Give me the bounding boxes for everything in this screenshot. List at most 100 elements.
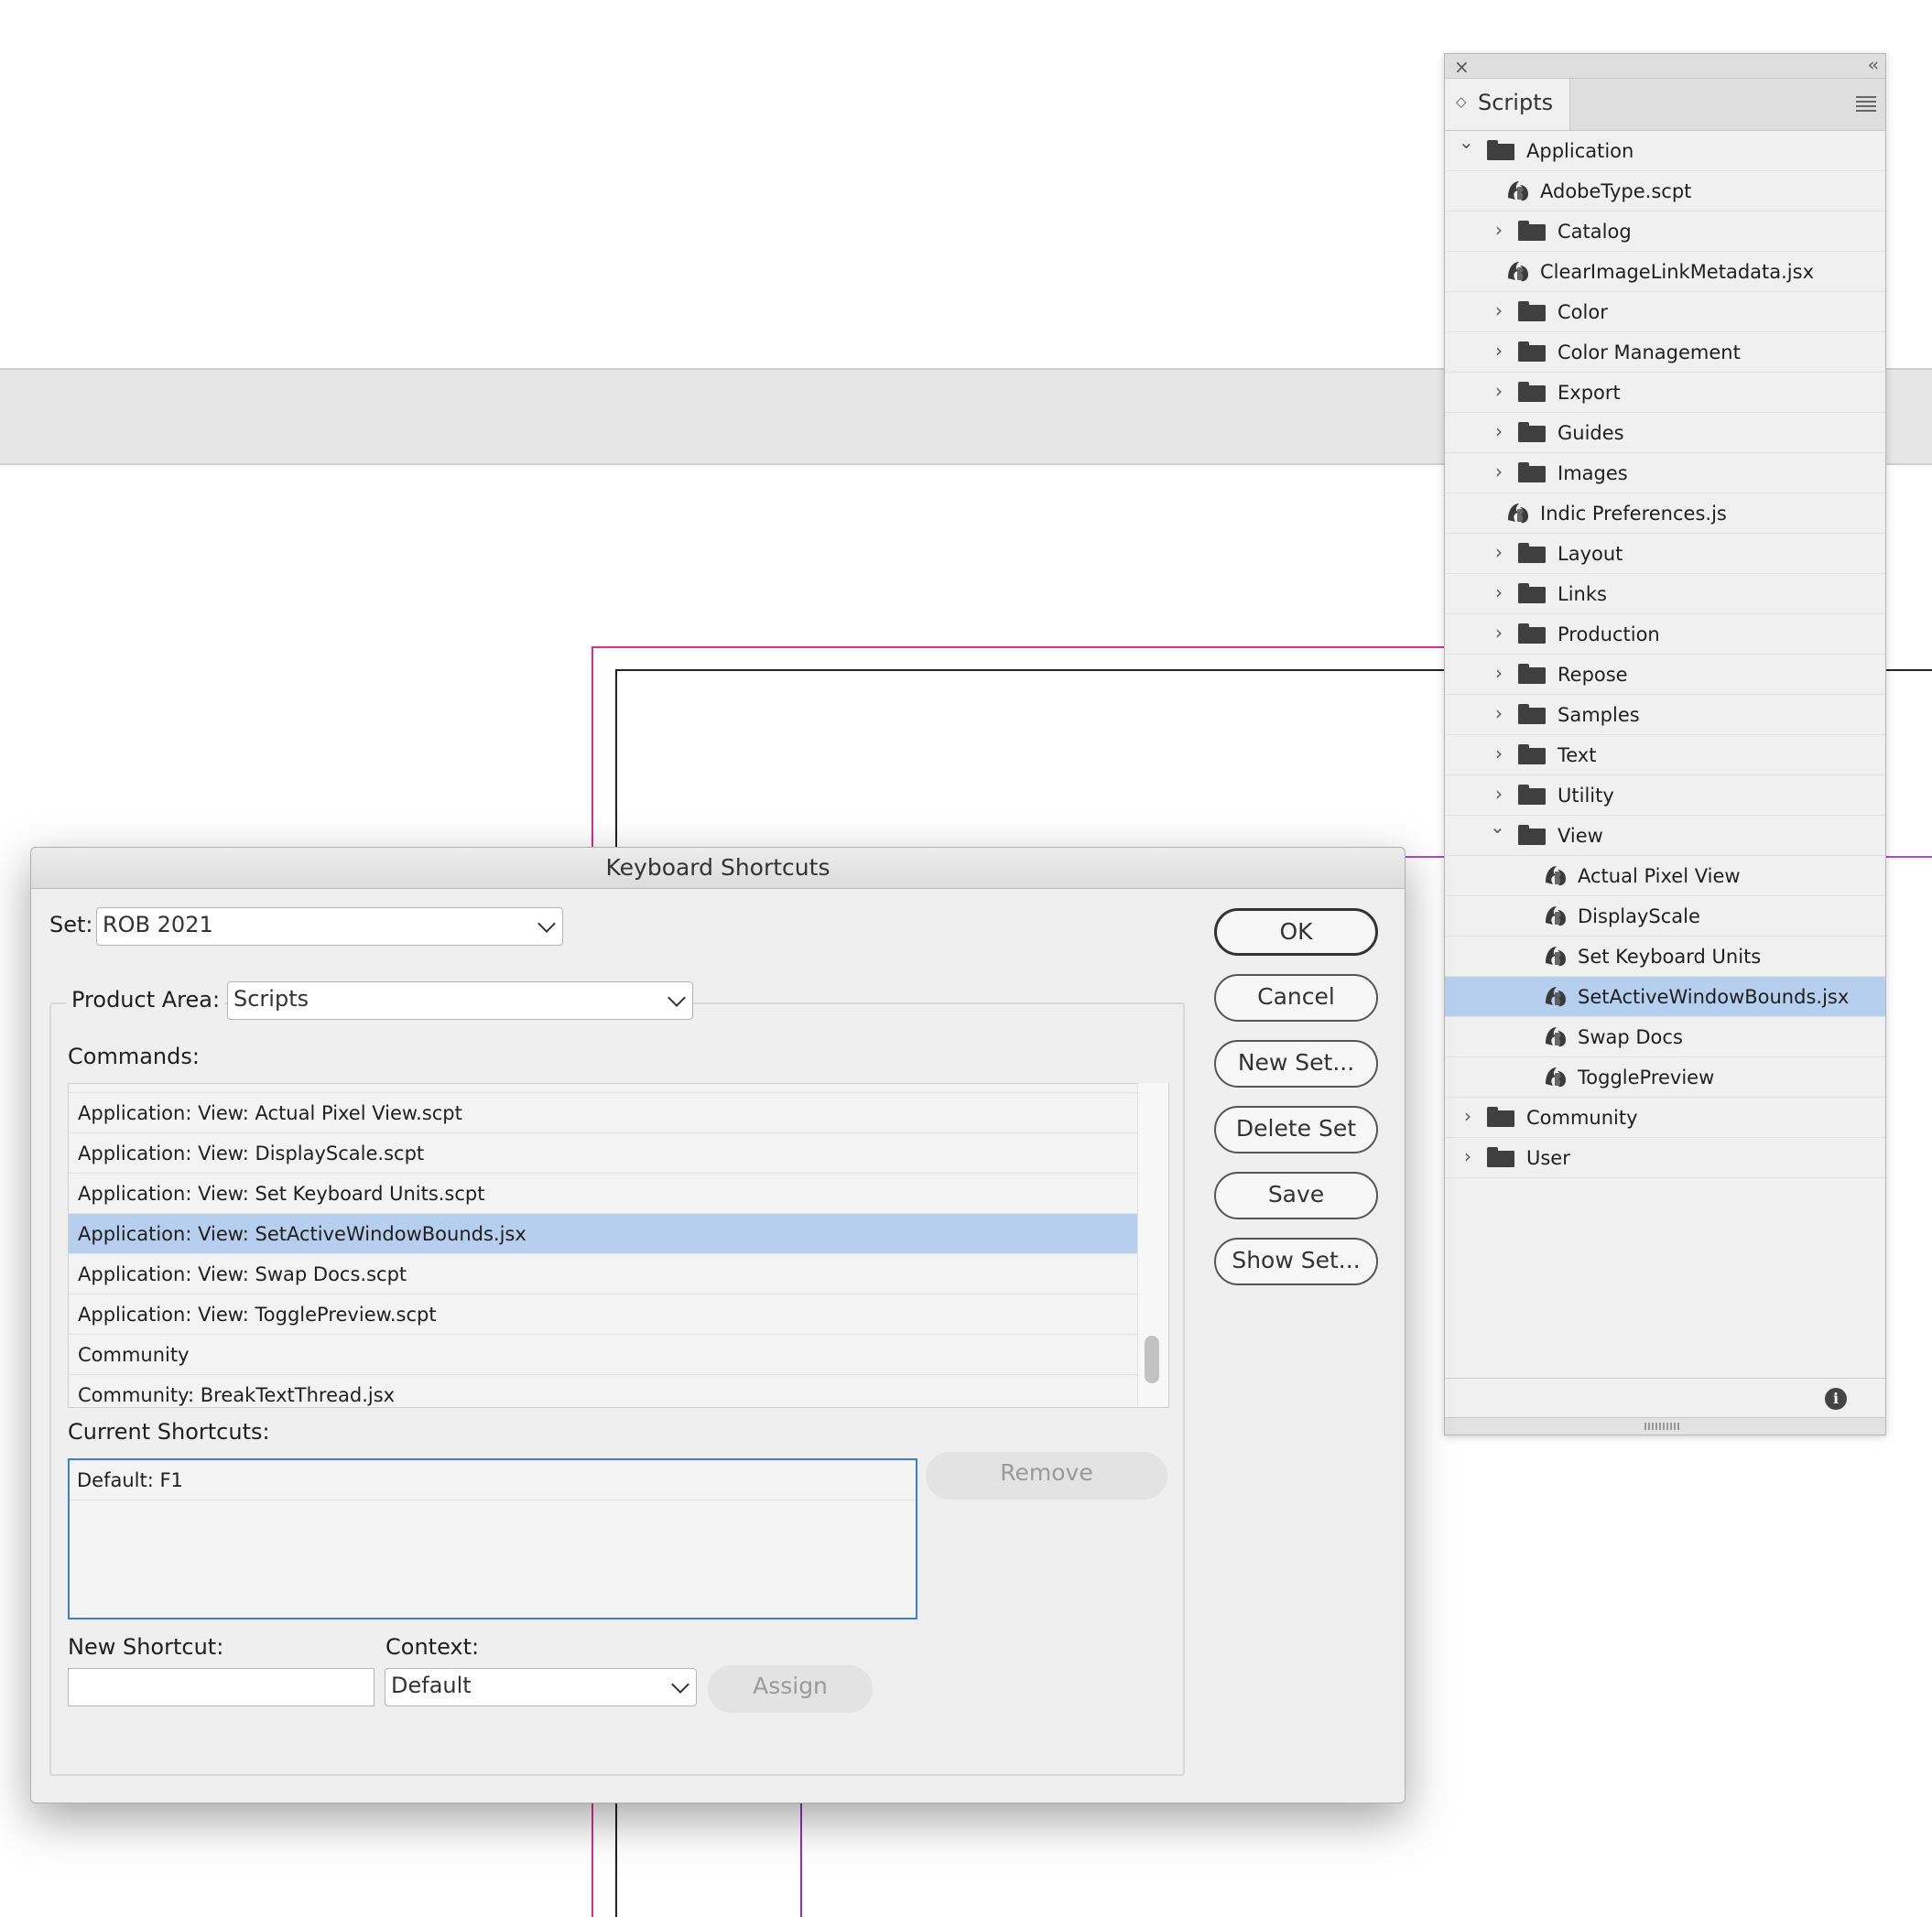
tree-item[interactable]: › Layout (1445, 534, 1885, 574)
tree-item[interactable]: ClearImageLinkMetadata.jsx (1445, 252, 1885, 292)
tree-item[interactable]: DisplayScale (1445, 896, 1885, 937)
tree-item[interactable]: › Repose (1445, 655, 1885, 695)
close-icon[interactable]: × (1454, 56, 1470, 78)
tree-item-label: Export (1558, 382, 1621, 404)
assign-button[interactable]: Assign (708, 1665, 873, 1713)
current-shortcuts-list[interactable]: Default: F1 (68, 1458, 917, 1619)
panel-resize-grip[interactable] (1445, 1417, 1885, 1435)
panel-menu-icon[interactable] (1856, 93, 1876, 114)
command-row[interactable]: Application: View: SetActiveWindowBounds… (69, 1214, 1168, 1254)
tree-item[interactable]: › User (1445, 1138, 1885, 1178)
tree-item[interactable]: › Utility (1445, 775, 1885, 816)
tree-item[interactable]: › Community (1445, 1098, 1885, 1138)
tree-item[interactable]: AdobeType.scpt (1445, 171, 1885, 211)
save-button[interactable]: Save (1214, 1172, 1378, 1219)
tree-item[interactable]: › Images (1445, 453, 1885, 493)
chevron-right-icon[interactable]: › (1495, 460, 1503, 482)
new-shortcut-input[interactable] (68, 1668, 374, 1706)
info-icon[interactable]: i (1825, 1388, 1847, 1410)
command-row[interactable]: Application: View: Actual Pixel View.scp… (69, 1093, 1168, 1133)
tree-item[interactable]: › Links (1445, 574, 1885, 614)
page-edge-top (615, 669, 1444, 671)
tree-item-label: Guides (1558, 422, 1624, 444)
chevron-down-icon[interactable]: ⌄ (1459, 131, 1474, 153)
tree-item[interactable]: › Color (1445, 292, 1885, 332)
set-select-value: ROB 2021 (103, 912, 213, 937)
folder-icon (1518, 341, 1546, 362)
tree-item-label: Color (1558, 301, 1608, 323)
tree-item[interactable]: › Text (1445, 735, 1885, 775)
tree-item[interactable]: Set Keyboard Units (1445, 937, 1885, 977)
script-icon (1504, 500, 1532, 525)
script-icon (1542, 1023, 1569, 1049)
tab-scripts[interactable]: ◇ Scripts (1445, 79, 1570, 130)
chevron-right-icon[interactable]: › (1495, 219, 1503, 241)
chevron-right-icon[interactable]: › (1495, 662, 1503, 684)
ok-button[interactable]: OK (1214, 908, 1378, 956)
chevron-right-icon[interactable]: › (1495, 622, 1503, 644)
chevron-right-icon[interactable]: › (1495, 340, 1503, 362)
tree-item-label: Swap Docs (1578, 1026, 1683, 1048)
context-select[interactable]: Default (385, 1668, 697, 1706)
product-area-select[interactable]: Scripts (227, 981, 693, 1020)
commands-list[interactable]: Application: View: Actual Pixel View.scp… (68, 1083, 1169, 1408)
tree-item-label: Application (1526, 140, 1634, 162)
command-row[interactable]: Community: BreakTextThread.jsx (69, 1375, 1168, 1407)
script-icon (1542, 943, 1569, 969)
folder-icon (1518, 704, 1546, 724)
keyboard-shortcuts-dialog: Keyboard Shortcuts Set: ROB 2021 Product… (30, 847, 1406, 1803)
command-row[interactable]: Application: View: Swap Docs.scpt (69, 1254, 1168, 1294)
chevron-right-icon[interactable]: › (1495, 541, 1503, 563)
tree-item[interactable]: › Export (1445, 373, 1885, 413)
command-row[interactable]: Application: View: TogglePreview.scpt (69, 1294, 1168, 1335)
show-set-button[interactable]: Show Set... (1214, 1238, 1378, 1285)
tree-item[interactable]: Actual Pixel View (1445, 856, 1885, 896)
set-label: Set: (49, 912, 93, 937)
script-icon (1542, 903, 1569, 928)
cancel-button[interactable]: Cancel (1214, 974, 1378, 1022)
chevron-right-icon[interactable]: › (1495, 420, 1503, 442)
chevron-down-icon (537, 915, 556, 933)
chevron-right-icon[interactable]: › (1464, 1105, 1471, 1127)
chevron-right-icon[interactable]: › (1495, 380, 1503, 402)
product-area-label: Product Area: (66, 987, 226, 1013)
chevron-down-icon[interactable]: ⌄ (1490, 816, 1505, 838)
tree-item-label: Color Management (1558, 341, 1741, 363)
chevron-right-icon[interactable]: › (1464, 1145, 1471, 1167)
collapse-icon[interactable]: ‹‹ (1868, 55, 1879, 75)
current-shortcuts-label: Current Shortcuts: (68, 1419, 270, 1445)
chevron-right-icon[interactable]: › (1495, 783, 1503, 805)
tree-item[interactable]: › Color Management (1445, 332, 1885, 373)
new-set-button[interactable]: New Set... (1214, 1040, 1378, 1088)
tree-item[interactable]: Swap Docs (1445, 1017, 1885, 1057)
tree-item[interactable]: › Guides (1445, 413, 1885, 453)
tree-item[interactable]: ⌄ View (1445, 816, 1885, 856)
command-row[interactable]: Community (69, 1335, 1168, 1375)
chevron-right-icon[interactable]: › (1495, 702, 1503, 724)
set-select[interactable]: ROB 2021 (96, 907, 563, 946)
tree-item[interactable]: › Samples (1445, 695, 1885, 735)
chevron-right-icon[interactable]: › (1495, 581, 1503, 603)
folder-icon (1487, 140, 1514, 160)
tree-item-label: Indic Preferences.js (1540, 503, 1727, 525)
tree-item[interactable]: ⌄ Application (1445, 131, 1885, 171)
tree-item-label: DisplayScale (1578, 905, 1700, 927)
shortcut-row[interactable]: Default: F1 (70, 1460, 916, 1500)
chevron-right-icon[interactable]: › (1495, 742, 1503, 764)
tree-item[interactable]: Indic Preferences.js (1445, 493, 1885, 534)
tree-item-label: Links (1558, 583, 1607, 605)
command-row[interactable]: Application: View: Set Keyboard Units.sc… (69, 1174, 1168, 1214)
chevron-down-icon (671, 1675, 689, 1694)
tree-item[interactable]: TogglePreview (1445, 1057, 1885, 1098)
script-icon (1504, 258, 1532, 284)
tree-item[interactable]: › Production (1445, 614, 1885, 655)
remove-button[interactable]: Remove (926, 1452, 1167, 1500)
command-row[interactable]: Application: View: DisplayScale.scpt (69, 1133, 1168, 1174)
tree-item-label: SetActiveWindowBounds.jsx (1578, 986, 1850, 1008)
commands-scrollbar-thumb[interactable] (1145, 1336, 1159, 1383)
tree-item[interactable]: › Catalog (1445, 211, 1885, 252)
delete-set-button[interactable]: Delete Set (1214, 1106, 1378, 1153)
tree-item[interactable]: SetActiveWindowBounds.jsx (1445, 977, 1885, 1017)
script-icon (1504, 178, 1532, 203)
chevron-right-icon[interactable]: › (1495, 299, 1503, 321)
